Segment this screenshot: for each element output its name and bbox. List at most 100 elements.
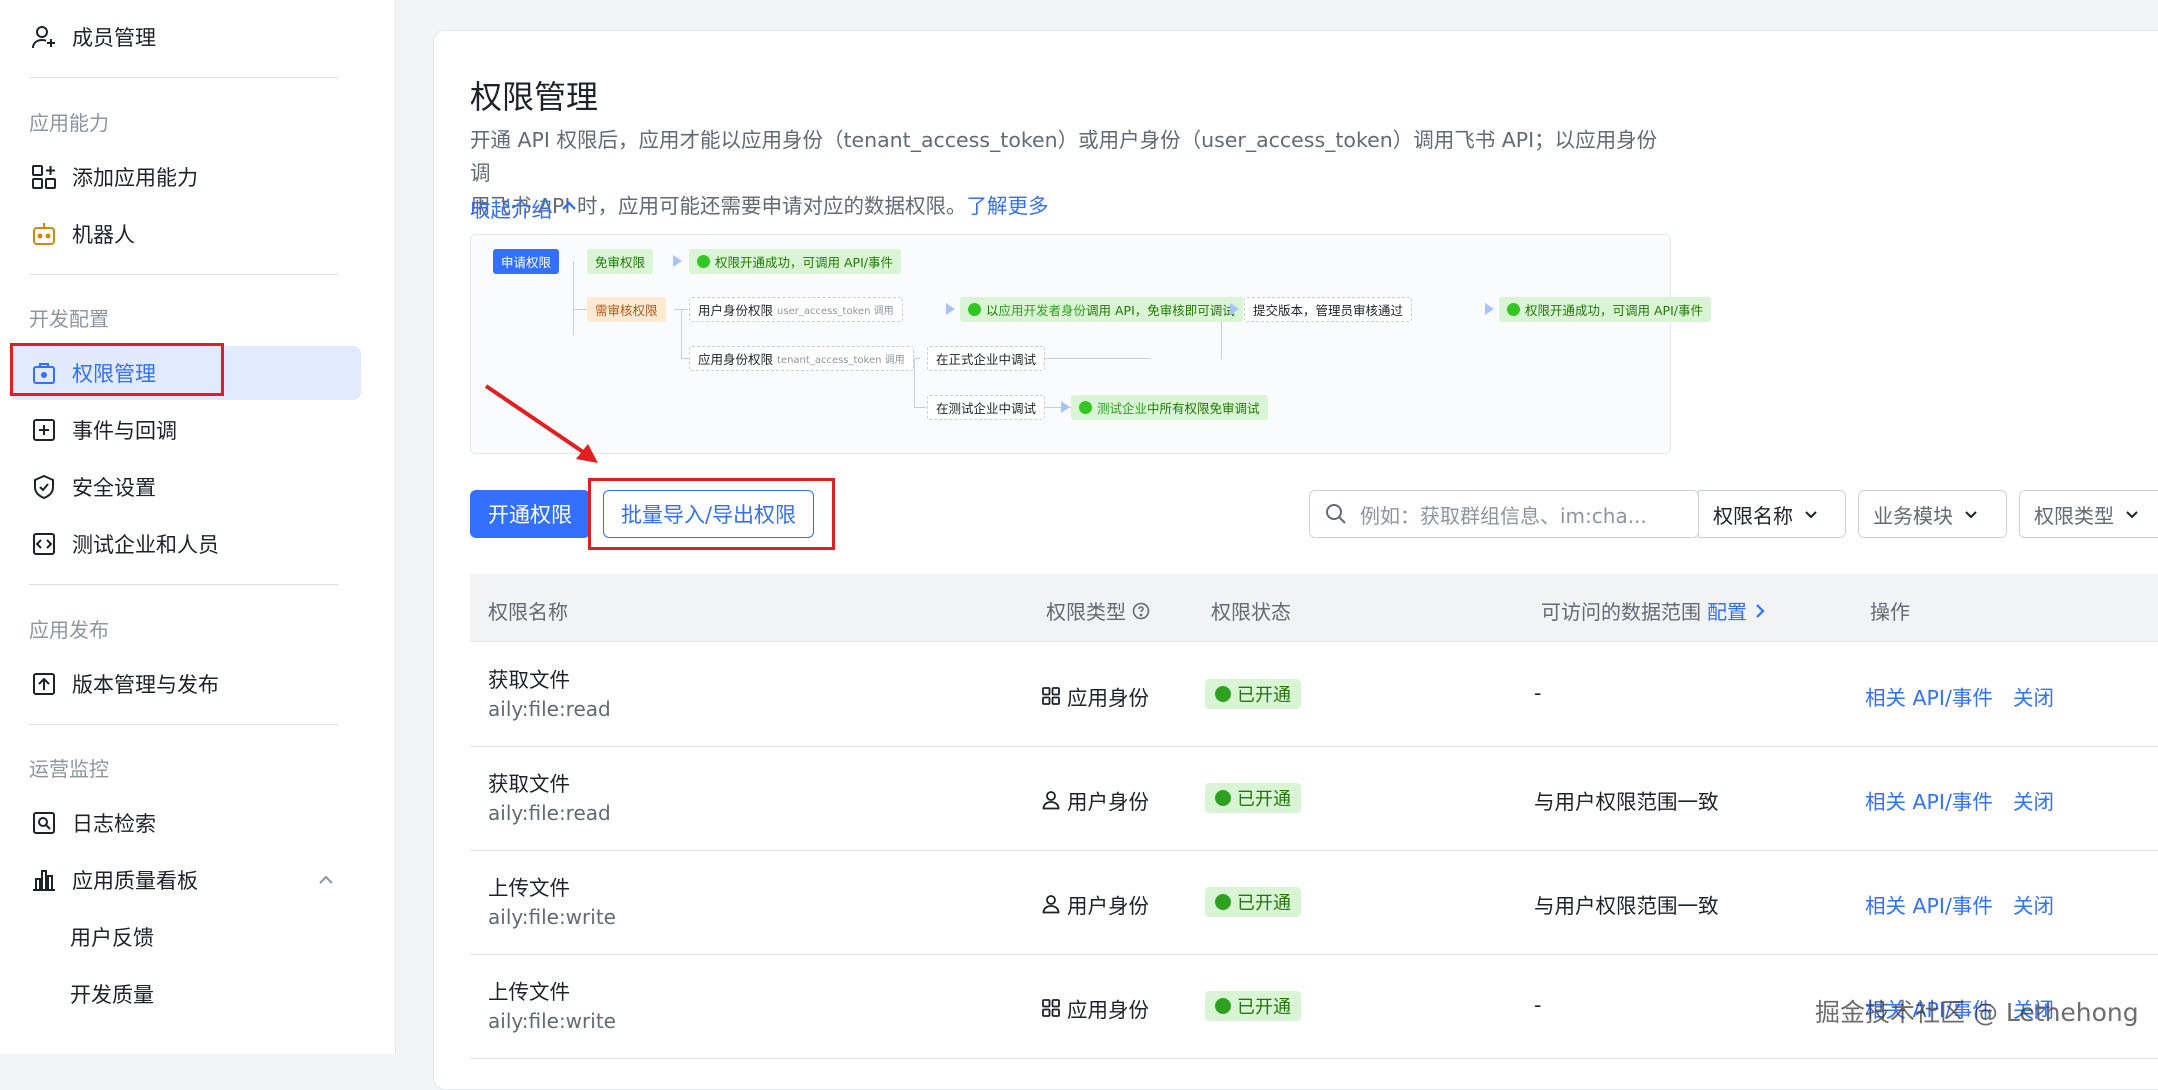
sidebar-item-bot[interactable]: 机器人 <box>10 207 361 261</box>
flow-no-review: 免审权限 <box>587 249 654 274</box>
column-header-ops: 操作 <box>1870 600 1910 624</box>
annotation-arrow <box>484 384 598 463</box>
permission-flow-diagram: 申请权限 免审权限 权限开通成功，可调用 API/事件 需审核权限 用户身份权限… <box>470 234 1711 454</box>
permission-code: aily:file:read <box>488 697 611 721</box>
permission-type-cell: 应用身份 <box>1041 993 1149 1023</box>
arrow-right-icon <box>1485 303 1494 315</box>
sidebar-item-members[interactable]: 成员管理 <box>10 10 361 64</box>
collapse-intro-link[interactable]: 收起介绍 <box>470 193 578 223</box>
column-header-type: 权限类型 <box>1046 596 1150 625</box>
chevron-up-icon <box>560 196 578 220</box>
sidebar-item-label: 开发质量 <box>70 983 154 1007</box>
dev-icon <box>968 303 981 316</box>
chevron-down-icon <box>2124 506 2140 522</box>
flow-success-direct: 权限开通成功，可调用 API/事件 <box>689 249 901 274</box>
sidebar-item-log-search[interactable]: 日志检索 <box>10 796 361 850</box>
close-link[interactable]: 关闭 <box>2013 785 2054 815</box>
help-icon[interactable] <box>1132 602 1150 620</box>
sidebar-item-events[interactable]: 事件与回调 <box>10 403 361 457</box>
column-header-label: 可访问的数据范围 <box>1541 600 1701 624</box>
scope-cell: 与用户权限范围一致 <box>1534 790 1719 814</box>
upload-icon <box>30 670 58 698</box>
sidebar: 成员管理 应用能力 添加应用能力 机器人 开发配置 权限管理 事件与回调 安全设… <box>0 0 396 1054</box>
sidebar-item-quality-board[interactable]: 应用质量看板 <box>10 853 361 907</box>
search-input[interactable]: 例如：获取群组信息、im:cha... <box>1309 490 1699 538</box>
app-grid-icon <box>1041 686 1061 706</box>
related-api-link[interactable]: 相关 API/事件 <box>1865 889 1993 919</box>
flow-line <box>681 358 689 359</box>
table-row: 获取文件 aily:file:read 应用身份 已开通 - 相关 API/事件 … <box>470 643 2158 747</box>
permission-code: aily:file:write <box>488 1009 616 1033</box>
close-link[interactable]: 关闭 <box>2013 681 2054 711</box>
related-api-link[interactable]: 相关 API/事件 <box>1865 681 1993 711</box>
status-badge: 已开通 <box>1205 887 1301 917</box>
scope-cell: - <box>1534 993 1542 1017</box>
table-row: 上传文件 aily:file:write 用户身份 已开通 与用户权限范围一致 相… <box>470 851 2158 955</box>
flow-line <box>1041 358 1151 359</box>
app-grid-icon <box>1041 998 1061 1018</box>
sidebar-item-label: 成员管理 <box>72 26 156 50</box>
column-header-scope: 可访问的数据范围 配置 <box>1541 596 1767 625</box>
flow-user-perm: 用户身份权限 user_access_token 调用 <box>689 297 903 322</box>
arrow-right-icon <box>946 303 955 315</box>
config-link[interactable]: 配置 <box>1707 596 1747 625</box>
permission-type: 用户身份 <box>1067 894 1149 918</box>
select-value: 权限名称 <box>1713 503 1793 528</box>
sidebar-item-add-ability[interactable]: 添加应用能力 <box>10 150 361 204</box>
desc-line-1: 开通 API 权限后，应用才能以应用身份（tenant_access_token… <box>470 128 1658 185</box>
flow-apply: 申请权限 <box>493 249 560 274</box>
log-search-icon <box>30 809 58 837</box>
enable-permission-button[interactable]: 开通权限 <box>470 490 590 538</box>
permission-name: 获取文件 <box>488 668 570 692</box>
status-cell: 已开通 <box>1205 783 1301 813</box>
status-cell: 已开通 <box>1205 679 1301 709</box>
arrow-right-icon <box>673 255 682 267</box>
sidebar-item-dev-quality[interactable]: 开发质量 <box>10 967 361 1021</box>
filter-module-select[interactable]: 业务模块 <box>1858 490 2007 538</box>
chevron-right-icon[interactable] <box>1753 602 1767 620</box>
permission-type-cell: 用户身份 <box>1041 889 1149 919</box>
user-icon <box>1041 894 1061 914</box>
check-circle-icon <box>1507 303 1520 316</box>
sidebar-item-security[interactable]: 安全设置 <box>10 460 361 514</box>
flow-need-review: 需审核权限 <box>587 297 666 322</box>
status-badge: 已开通 <box>1205 783 1301 813</box>
sidebar-item-label: 用户反馈 <box>70 926 154 950</box>
sidebar-item-test-company[interactable]: 测试企业和人员 <box>10 517 361 571</box>
filter-name-select[interactable]: 权限名称 <box>1698 490 1846 538</box>
filter-type-select[interactable]: 权限类型 <box>2019 490 2158 538</box>
robot-icon <box>30 220 58 248</box>
sidebar-item-label: 版本管理与发布 <box>72 673 219 697</box>
sidebar-item-version[interactable]: 版本管理与发布 <box>10 657 361 711</box>
highlight-box-sidebar <box>10 343 224 396</box>
sidebar-item-label: 添加应用能力 <box>72 166 198 190</box>
chevron-up-icon[interactable] <box>317 870 335 894</box>
related-api-link[interactable]: 相关 API/事件 <box>1865 785 1993 815</box>
status-text: 已开通 <box>1237 997 1291 1018</box>
page-title: 权限管理 <box>470 78 599 116</box>
learn-more-link[interactable]: 了解更多 <box>966 194 1048 218</box>
flow-text: 中所有权限免审调试 <box>1147 401 1260 416</box>
check-circle-icon <box>697 255 710 268</box>
test-icon <box>1079 401 1092 414</box>
arrow-right-icon <box>1061 401 1070 413</box>
code-icon <box>30 530 58 558</box>
permission-name-cell: 获取文件 aily:file:read <box>488 767 611 825</box>
chevron-down-icon <box>1803 506 1819 522</box>
sidebar-item-user-feedback[interactable]: 用户反馈 <box>10 910 361 964</box>
permission-name-cell: 上传文件 aily:file:write <box>488 975 616 1033</box>
permission-type: 应用身份 <box>1067 998 1149 1022</box>
sidebar-item-label: 机器人 <box>72 223 135 247</box>
flow-text: 应用身份权限 <box>698 352 774 367</box>
flow-small-text: tenant_access_token 调用 <box>777 355 905 366</box>
search-placeholder: 例如：获取群组信息、im:cha... <box>1360 503 1647 528</box>
divider <box>29 724 338 725</box>
close-link[interactable]: 关闭 <box>2013 889 2054 919</box>
flow-test-all: 测试企业 中所有权限免审调试 <box>1071 395 1268 420</box>
permission-type-cell: 用户身份 <box>1041 785 1149 815</box>
flow-in-prod: 在正式企业中调试 <box>927 346 1046 371</box>
status-text: 已开通 <box>1237 685 1291 706</box>
column-header-label: 权限类型 <box>1046 600 1126 624</box>
flow-line <box>573 261 574 335</box>
permission-name: 上传文件 <box>488 876 570 900</box>
